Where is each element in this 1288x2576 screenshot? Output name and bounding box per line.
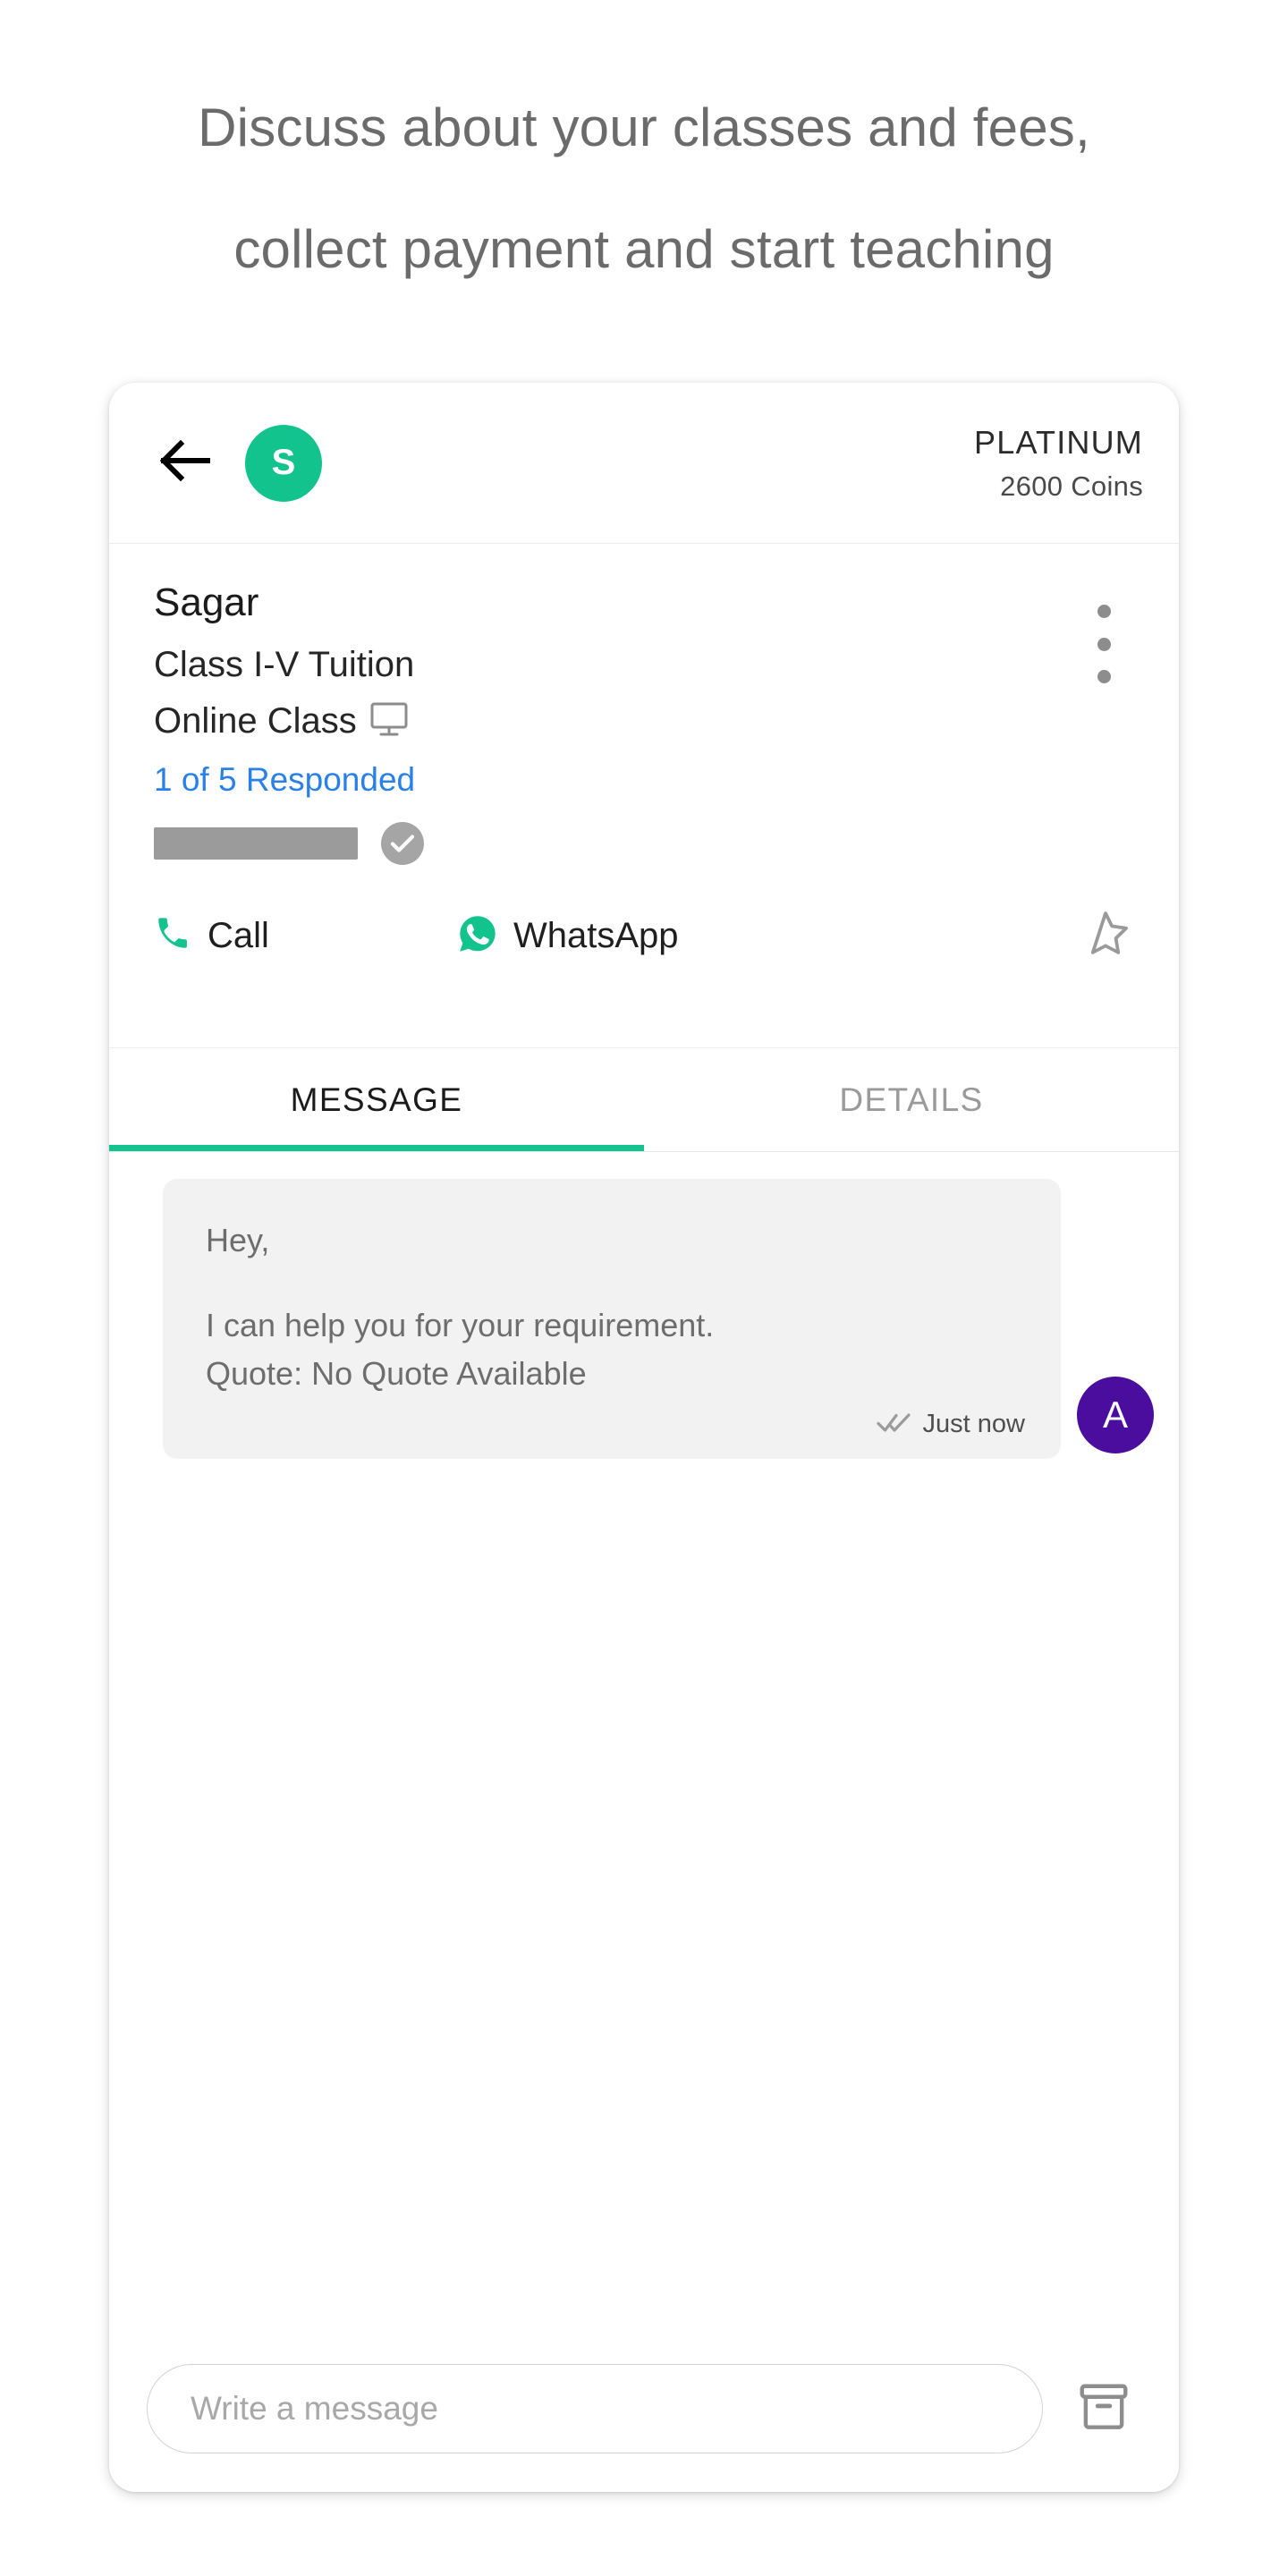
whatsapp-button[interactable]: WhatsApp <box>458 914 860 958</box>
back-button[interactable] <box>154 432 216 495</box>
masked-phone-number <box>154 826 358 860</box>
page-title: Discuss about your classes and fees, col… <box>0 67 1288 310</box>
whatsapp-icon <box>458 914 497 958</box>
contact-requirement: Class I-V Tuition <box>154 644 415 684</box>
contact-card: Sagar Class I-V Tuition Online Class 1 o… <box>109 544 1179 1048</box>
chat-area: Hey, I can help you for your requirement… <box>109 1152 1179 2326</box>
message-meta: Just now <box>206 1410 1025 1439</box>
favorite-button[interactable] <box>1073 904 1138 969</box>
responded-status[interactable]: 1 of 5 Responded <box>154 761 1138 799</box>
kebab-dot <box>1097 670 1111 683</box>
tab-details-label: DETAILS <box>839 1080 984 1118</box>
message-bubble[interactable]: Hey, I can help you for your requirement… <box>163 1179 1061 1459</box>
message-body-line-1: I can help you for your requirement. <box>206 1307 715 1344</box>
message-body-line-2: Quote: No Quote Available <box>206 1354 587 1392</box>
class-mode-label: Online Class <box>154 700 357 741</box>
archive-box-icon <box>1076 2379 1131 2439</box>
avatar-initial: S <box>271 443 296 482</box>
message-row: Hey, I can help you for your requirement… <box>109 1179 1179 1459</box>
phone-mockup: S PLATINUM 2600 Coins Sagar Class I-V Tu… <box>109 383 1179 2492</box>
plan-name: PLATINUM <box>974 423 1143 461</box>
kebab-dot <box>1097 637 1111 651</box>
message-input[interactable] <box>147 2364 1043 2453</box>
page-title-line-1: Discuss about your classes and fees, <box>198 97 1090 157</box>
phone-icon <box>154 915 191 957</box>
archive-button[interactable] <box>1066 2371 1141 2446</box>
tab-bar: MESSAGE DETAILS <box>109 1048 1179 1152</box>
whatsapp-label: WhatsApp <box>513 916 679 956</box>
coin-balance: 2600 Coins <box>1000 470 1143 502</box>
phone-number-row <box>154 821 1138 865</box>
call-label: Call <box>208 916 269 956</box>
contact-name: Sagar <box>154 580 259 624</box>
tab-message[interactable]: MESSAGE <box>109 1048 644 1151</box>
sender-avatar-initial: A <box>1102 1393 1128 1436</box>
message-composer <box>109 2326 1179 2492</box>
message-timestamp: Just now <box>922 1409 1025 1438</box>
page-title-line-2: collect payment and start teaching <box>233 219 1055 279</box>
class-mode-row: Online Class <box>154 701 1138 741</box>
plan-info[interactable]: PLATINUM 2600 Coins <box>974 422 1143 504</box>
call-button[interactable]: Call <box>154 915 458 957</box>
contact-actions: Call WhatsApp <box>154 904 1138 969</box>
star-outline-icon <box>1078 907 1133 965</box>
tab-details[interactable]: DETAILS <box>644 1048 1179 1151</box>
monitor-icon <box>369 701 409 741</box>
kebab-menu-icon[interactable] <box>1077 601 1131 687</box>
app-bar: S PLATINUM 2600 Coins <box>109 383 1179 544</box>
avatar[interactable]: S <box>245 424 322 502</box>
sender-avatar: A <box>1077 1376 1154 1453</box>
page-root: Discuss about your classes and fees, col… <box>0 0 1288 2576</box>
double-check-icon <box>876 1412 912 1436</box>
message-greeting: Hey, <box>206 1222 270 1258</box>
tab-message-label: MESSAGE <box>290 1080 463 1118</box>
check-circle-icon <box>381 821 424 865</box>
arrow-left-icon <box>159 439 211 486</box>
kebab-dot <box>1097 605 1111 618</box>
message-gap <box>206 1264 1025 1301</box>
